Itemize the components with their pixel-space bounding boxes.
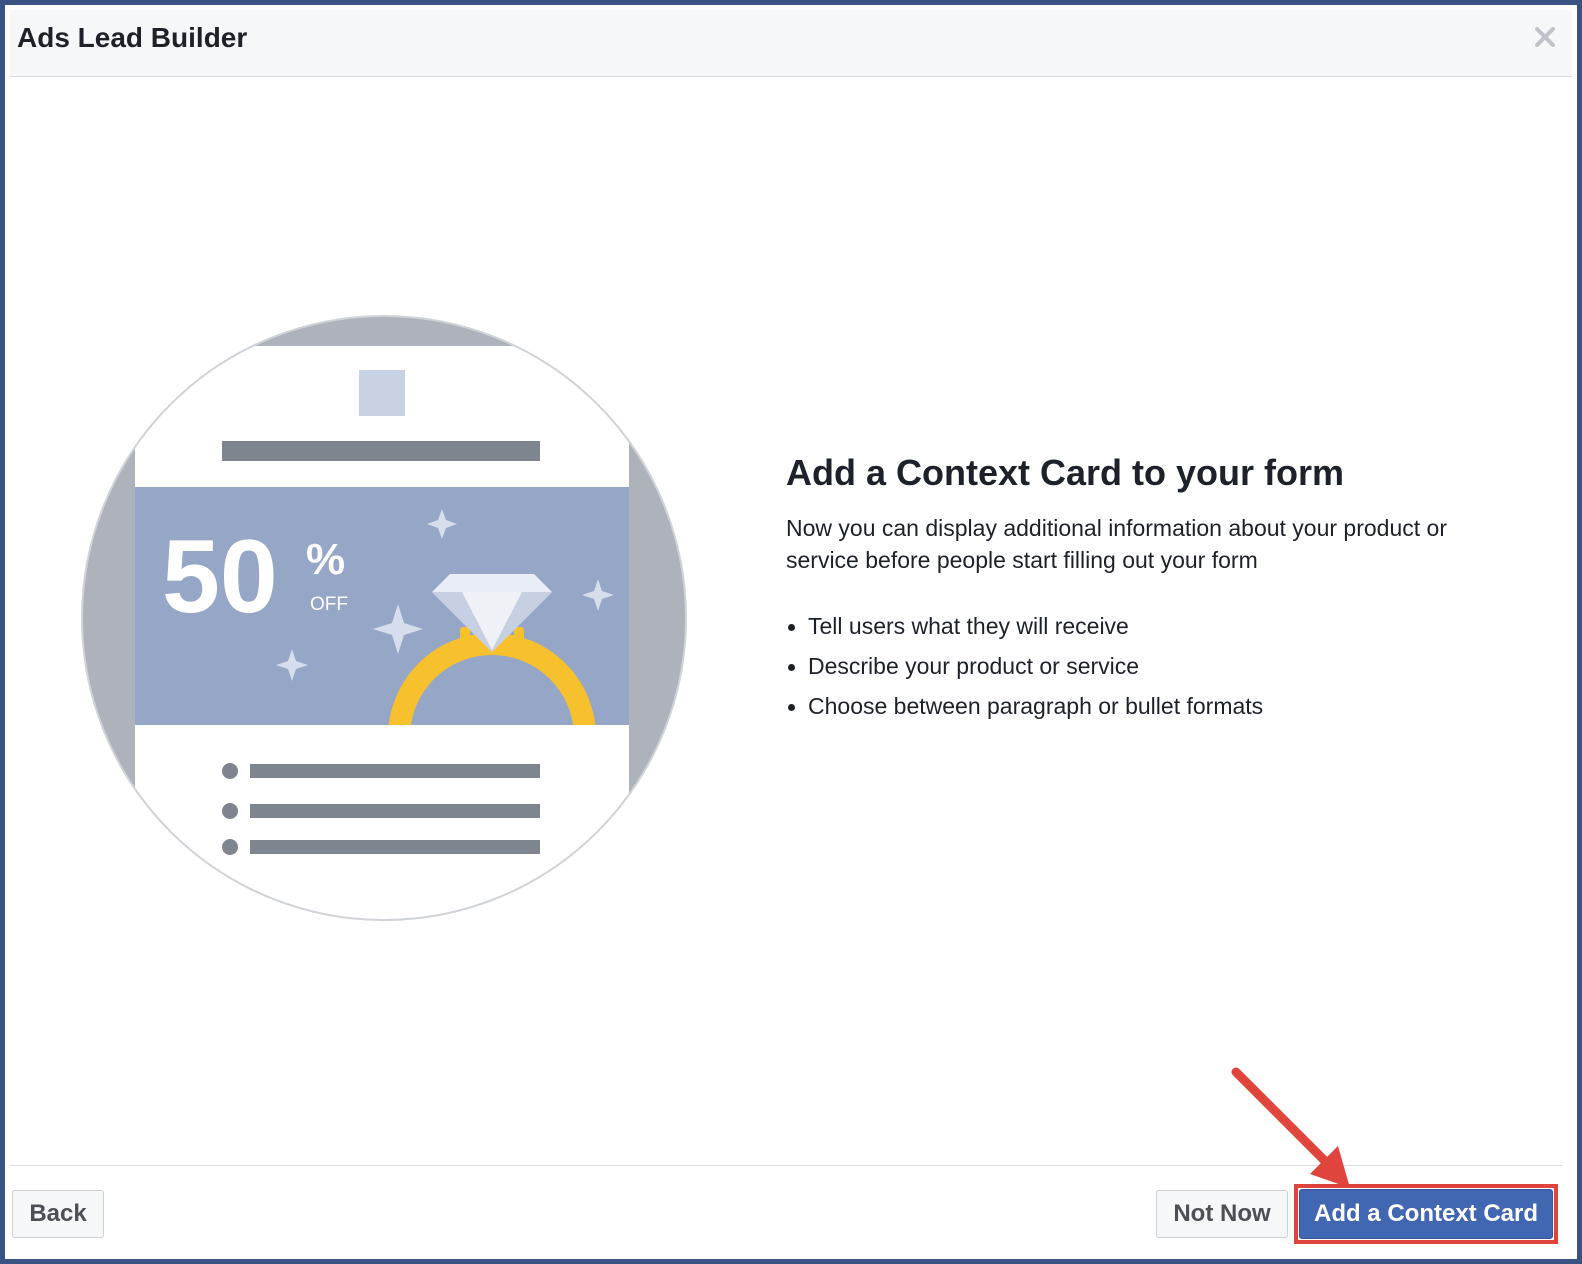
not-now-button[interactable]: Not Now: [1156, 1190, 1288, 1238]
feature-list: Tell users what they will receive Descri…: [786, 610, 1263, 730]
add-context-card-button[interactable]: Add a Context Card: [1299, 1189, 1553, 1239]
context-card-illustration: 50 % OFF: [81, 315, 687, 921]
title-bar: [222, 441, 540, 461]
list-item-text: Choose between paragraph or bullet forma…: [808, 693, 1264, 719]
image-placeholder: [359, 370, 405, 416]
list-item-text: Describe your product or service: [808, 653, 1140, 679]
close-icon[interactable]: [1528, 20, 1562, 54]
back-button[interactable]: Back: [12, 1190, 104, 1238]
list-item: Tell users what they will receive: [786, 610, 1263, 650]
discount-off: OFF: [310, 594, 348, 615]
bullet-dot: [788, 664, 795, 671]
annotation-arrow-icon: [1231, 1067, 1350, 1188]
bullet-dot: [788, 624, 795, 631]
bullet-list-graphic: [222, 763, 540, 855]
list-item: Choose between paragraph or bullet forma…: [786, 690, 1263, 730]
content-description: Now you can display additional informati…: [786, 515, 1447, 573]
discount-number: 50: [162, 519, 278, 635]
discount-percent: %: [306, 535, 345, 584]
dialog-title: Ads Lead Builder: [17, 22, 248, 53]
list-item-text: Tell users what they will receive: [808, 613, 1129, 639]
list-item: Describe your product or service: [786, 650, 1263, 690]
content-heading: Add a Context Card to your form: [786, 452, 1345, 493]
bullet-dot: [788, 704, 795, 711]
dialog-header: Ads Lead Builder: [10, 10, 1572, 77]
